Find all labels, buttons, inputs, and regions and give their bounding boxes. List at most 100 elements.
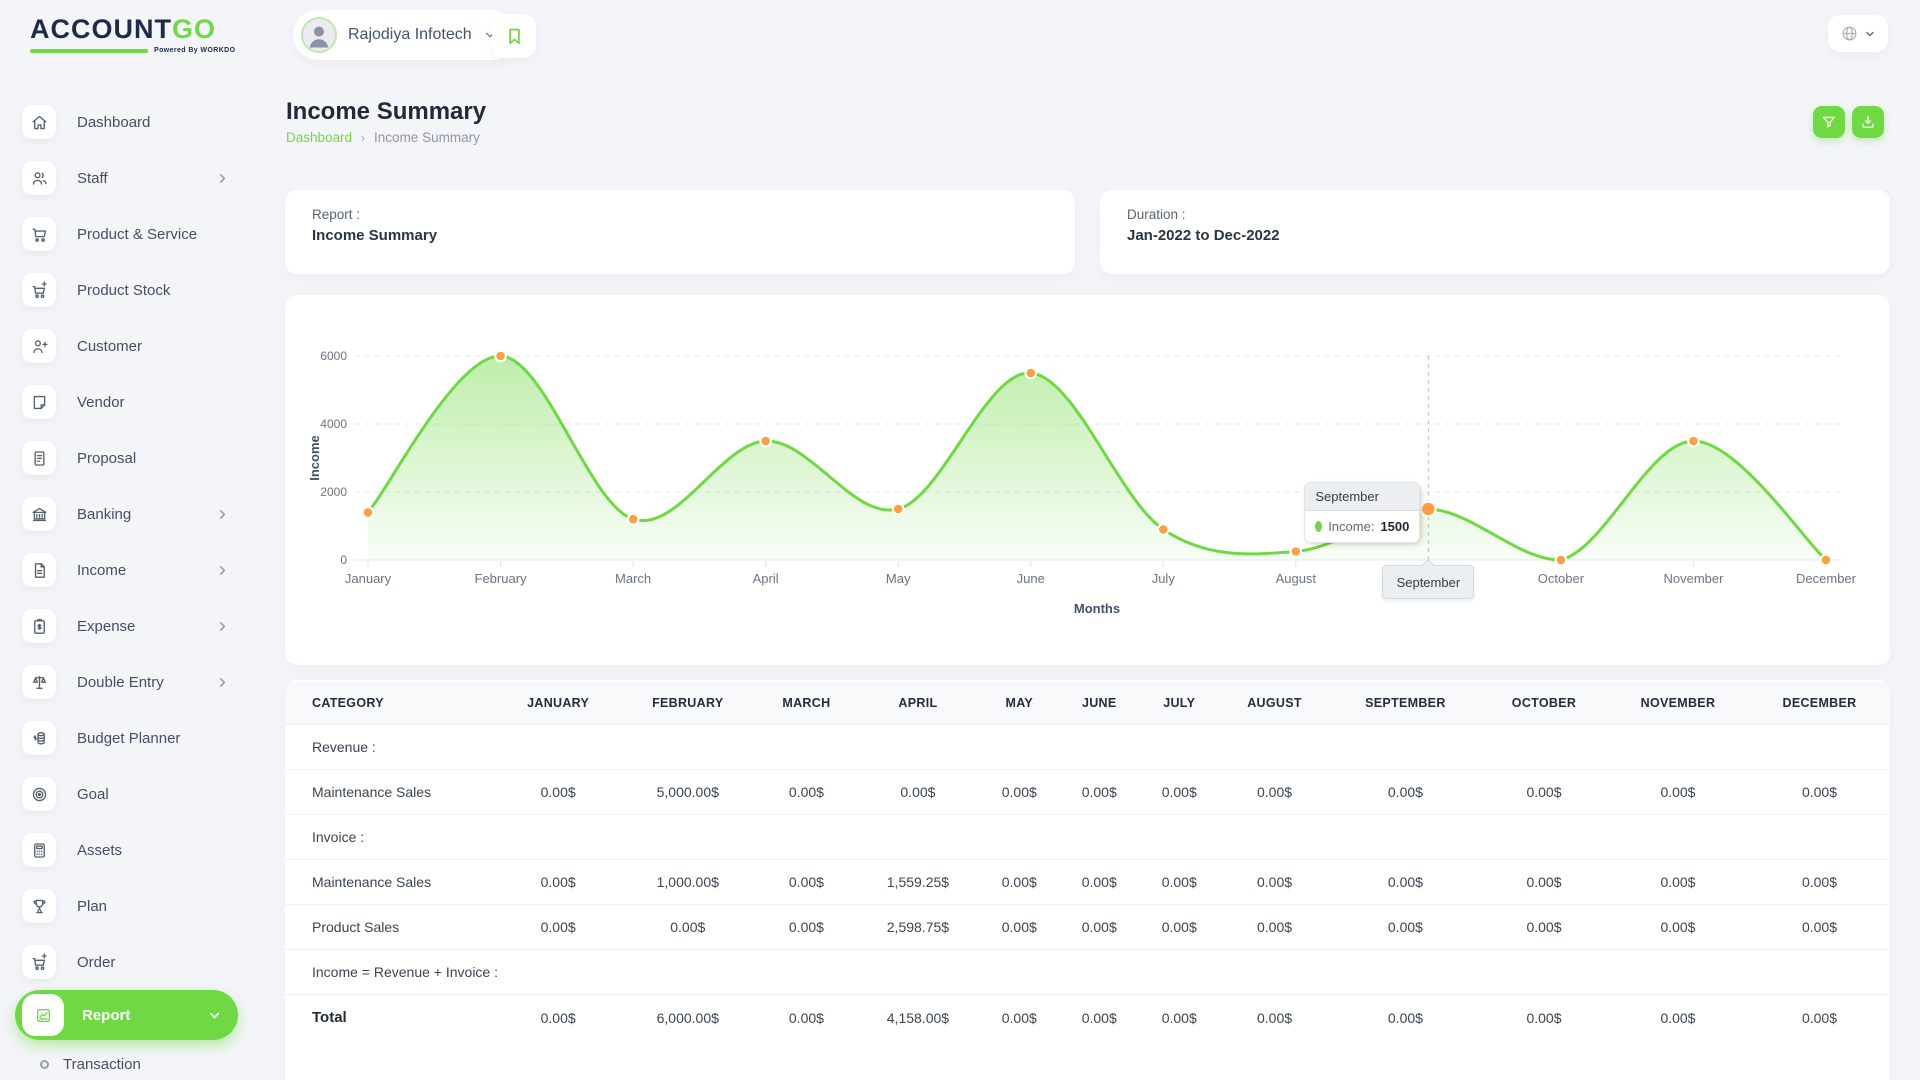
income-area-chart[interactable]: 0200040006000JanuaryFebruaryMarchAprilMa… xyxy=(285,295,1890,665)
table-cell: 0.00$ xyxy=(1749,860,1890,905)
sidebar-item-label: Proposal xyxy=(77,450,136,467)
filter-button[interactable] xyxy=(1813,106,1845,138)
svg-text:May: May xyxy=(886,571,911,586)
table-cell: 2,598.75$ xyxy=(857,905,980,950)
chevron-right-icon xyxy=(215,619,230,634)
sidebar-item-dashboard[interactable]: Dashboard xyxy=(0,94,256,150)
table-row: Maintenance Sales0.00$1,000.00$0.00$1,55… xyxy=(285,860,1890,905)
sidebar-item-double-entry[interactable]: Double Entry xyxy=(0,654,256,710)
column-header-july: JULY xyxy=(1139,682,1219,725)
table-header-row: CATEGORYJANUARYFEBRUARYMARCHAPRILMAYJUNE… xyxy=(285,682,1890,725)
sidebar-item-label: Vendor xyxy=(77,394,125,411)
svg-text:January: January xyxy=(345,571,392,586)
sidebar-item-income[interactable]: Income xyxy=(0,542,256,598)
table-cell: 0.00$ xyxy=(979,860,1059,905)
table-cell: 0.00$ xyxy=(1059,770,1139,815)
sidebar-item-vendor[interactable]: Vendor xyxy=(0,374,256,430)
sidebar-item-report[interactable]: Report xyxy=(15,990,238,1040)
table-cell: 0.00$ xyxy=(1749,995,1890,1041)
logo-underline xyxy=(30,49,148,53)
tooltip-month: September xyxy=(1305,483,1419,511)
table-cell: 0.00$ xyxy=(1481,770,1607,815)
table-cell: 0.00$ xyxy=(1749,770,1890,815)
sidebar-item-expense[interactable]: Expense xyxy=(0,598,256,654)
sidebar-item-label: Staff xyxy=(77,170,108,187)
table-cell: 0.00$ xyxy=(1607,770,1749,815)
filter-icon xyxy=(1821,114,1837,130)
table-cell: 0.00$ xyxy=(1059,860,1139,905)
svg-text:October: October xyxy=(1538,571,1585,586)
sidebar-item-banking[interactable]: Banking xyxy=(0,486,256,542)
table-cell: 6,000.00$ xyxy=(619,995,756,1041)
column-header-january: JANUARY xyxy=(497,682,619,725)
sidebar-item-product-stock[interactable]: Product Stock xyxy=(0,262,256,318)
users-icon xyxy=(22,161,56,195)
sidebar-item-order[interactable]: Order xyxy=(0,934,256,990)
sidebar-item-label: Product Stock xyxy=(77,282,170,299)
svg-text:July: July xyxy=(1152,571,1176,586)
sidebar-item-product-service[interactable]: Product & Service xyxy=(0,206,256,262)
sidebar-item-budget-planner[interactable]: Budget Planner xyxy=(0,710,256,766)
income-chart-card: 0200040006000JanuaryFebruaryMarchAprilMa… xyxy=(285,295,1890,665)
sidebar-item-customer[interactable]: Customer xyxy=(0,318,256,374)
svg-text:February: February xyxy=(475,571,528,586)
main-content: Income Summary Dashboard › Income Summar… xyxy=(285,0,1890,1080)
table-section-row: Income = Revenue + Invoice : xyxy=(285,950,1890,995)
table-cell: 0.00$ xyxy=(756,905,856,950)
report-card: Report : Income Summary xyxy=(285,190,1075,274)
column-header-june: JUNE xyxy=(1059,682,1139,725)
svg-text:March: March xyxy=(615,571,651,586)
svg-text:Months: Months xyxy=(1074,601,1120,616)
column-header-april: APRIL xyxy=(857,682,980,725)
cart-plus-icon xyxy=(22,945,56,979)
download-button[interactable] xyxy=(1852,106,1884,138)
table-section-row: Revenue : xyxy=(285,725,1890,770)
table-cell: 0.00$ xyxy=(497,995,619,1041)
table-cell: 0.00$ xyxy=(756,860,856,905)
svg-text:2000: 2000 xyxy=(320,485,347,499)
column-header-february: FEBRUARY xyxy=(619,682,756,725)
sidebar-item-goal[interactable]: Goal xyxy=(0,766,256,822)
target-icon xyxy=(22,777,56,811)
sidebar: Dashboard Staff Product & Service Product S… xyxy=(0,94,256,1080)
table-row: Total0.00$6,000.00$0.00$4,158.00$0.00$0.… xyxy=(285,995,1890,1041)
sidebar-item-label: Income xyxy=(77,562,126,579)
table-cell: 0.00$ xyxy=(1607,905,1749,950)
column-header-november: NOVEMBER xyxy=(1607,682,1749,725)
bank-icon xyxy=(22,497,56,531)
breadcrumb: Dashboard › Income Summary xyxy=(286,130,480,145)
table-cell: 0.00$ xyxy=(1481,995,1607,1041)
column-header-december: DECEMBER xyxy=(1749,682,1890,725)
breadcrumb-separator: › xyxy=(361,131,365,145)
chevron-right-icon xyxy=(215,563,230,578)
table-cell: 0.00$ xyxy=(1330,770,1481,815)
sidebar-item-label: Expense xyxy=(77,618,135,635)
table-cell: 0.00$ xyxy=(1219,905,1330,950)
svg-text:August: August xyxy=(1276,571,1317,586)
breadcrumb-dashboard[interactable]: Dashboard xyxy=(286,130,352,145)
sidebar-item-label: Product & Service xyxy=(77,226,197,243)
table-row: Maintenance Sales0.00$5,000.00$0.00$0.00… xyxy=(285,770,1890,815)
chart-tooltip: SeptemberIncome:1500 xyxy=(1304,482,1420,543)
table-cell: 0.00$ xyxy=(1330,860,1481,905)
logo-text-dark: ACCOUNT xyxy=(30,14,172,44)
table-cell: 0.00$ xyxy=(1481,860,1607,905)
svg-text:0: 0 xyxy=(340,553,347,567)
svg-text:November: November xyxy=(1663,571,1724,586)
sidebar-item-label: Customer xyxy=(77,338,142,355)
sidebar-item-transaction[interactable]: Transaction xyxy=(0,1040,256,1080)
svg-text:April: April xyxy=(753,571,779,586)
duration-card-value: Jan-2022 to Dec-2022 xyxy=(1127,227,1863,244)
svg-text:4000: 4000 xyxy=(320,417,347,431)
sidebar-item-staff[interactable]: Staff xyxy=(0,150,256,206)
table-cell: 1,000.00$ xyxy=(619,860,756,905)
sidebar-item-plan[interactable]: Plan xyxy=(0,878,256,934)
table-cell: 0.00$ xyxy=(1219,770,1330,815)
report-card-label: Report : xyxy=(312,207,1048,222)
page-actions xyxy=(1813,106,1884,138)
tooltip-series-label: Income: xyxy=(1328,519,1374,534)
sidebar-item-proposal[interactable]: Proposal xyxy=(0,430,256,486)
table-cell: 0.00$ xyxy=(1139,860,1219,905)
sidebar-item-assets[interactable]: Assets xyxy=(0,822,256,878)
note-icon xyxy=(22,385,56,419)
